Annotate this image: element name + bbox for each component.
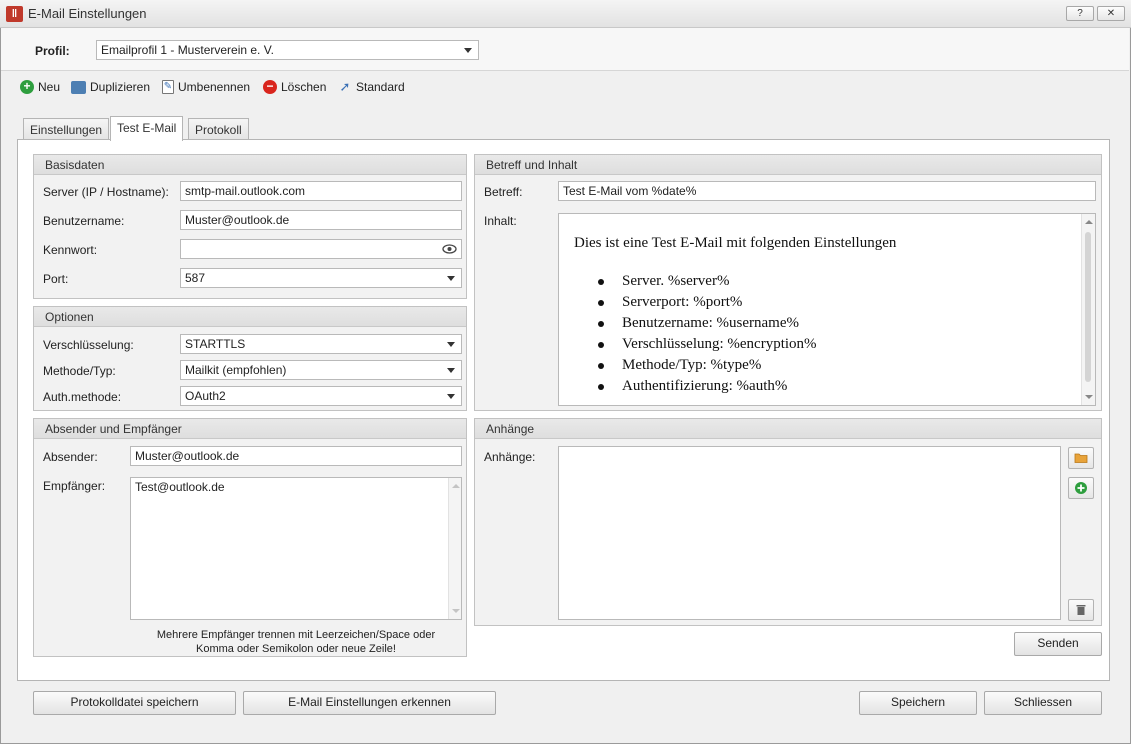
list-item: Verschlüsselung: %encryption% xyxy=(598,334,817,355)
betreff-title: Betreff und Inhalt xyxy=(475,155,1101,175)
recipient-hint: Mehrere Empfänger trennen mit Leerzeiche… xyxy=(130,628,462,656)
subject-label: Betreff: xyxy=(484,185,523,199)
content-scrollbar[interactable] xyxy=(1081,214,1095,405)
folder-icon xyxy=(1074,453,1088,463)
list-item: Server. %server% xyxy=(598,271,817,292)
default-button[interactable]: ➚ Standard xyxy=(338,79,405,95)
tab-einstellungen[interactable]: Einstellungen xyxy=(23,118,110,140)
save-log-button[interactable]: Protokolldatei speichern xyxy=(33,691,236,715)
rename-pencil-icon: ✎ xyxy=(162,80,174,94)
recipient-label: Empfänger: xyxy=(43,479,106,493)
new-button[interactable]: + Neu xyxy=(20,79,60,95)
absender-title: Absender und Empfänger xyxy=(34,419,466,439)
delete-button[interactable]: − Löschen xyxy=(263,79,326,95)
open-folder-button[interactable] xyxy=(1068,447,1094,469)
list-item: Serverport: %port% xyxy=(598,292,817,313)
recipient-textarea[interactable]: Test@outlook.de xyxy=(130,477,462,620)
port-select[interactable]: 587 xyxy=(180,268,462,288)
content-bullet-list: Server. %server% Serverport: %port% Benu… xyxy=(598,271,817,397)
window-title: E-Mail Einstellungen xyxy=(28,6,147,21)
attachments-list[interactable] xyxy=(558,446,1061,620)
send-button[interactable]: Senden xyxy=(1014,632,1102,656)
password-input[interactable] xyxy=(180,239,462,259)
scroll-down-arrow-icon xyxy=(1085,395,1093,399)
add-icon: + xyxy=(20,80,34,94)
new-button-label: Neu xyxy=(38,80,61,94)
recipient-text: Test@outlook.de xyxy=(135,480,225,494)
auth-method-select[interactable]: OAuth2 xyxy=(180,386,462,406)
attachments-label: Anhänge: xyxy=(484,450,536,464)
title-bar xyxy=(0,0,1131,28)
subject-input[interactable]: Test E-Mail vom %date% xyxy=(558,181,1096,201)
sender-input[interactable]: Muster@outlook.de xyxy=(130,446,462,466)
encryption-select[interactable]: STARTTLS xyxy=(180,334,462,354)
recipient-hint-line1: Mehrere Empfänger trennen mit Leerzeiche… xyxy=(156,629,436,641)
content-label: Inhalt: xyxy=(484,214,517,228)
detect-settings-button[interactable]: E-Mail Einstellungen erkennen xyxy=(243,691,496,715)
close-window-button[interactable]: ✕ xyxy=(1097,6,1125,21)
default-wand-icon: ➚ xyxy=(339,79,351,94)
optionen-title: Optionen xyxy=(34,307,466,327)
content-scroll-thumb[interactable] xyxy=(1085,232,1091,382)
content-editor[interactable]: Dies ist eine Test E-Mail mit folgenden … xyxy=(558,213,1096,406)
delete-attachment-button[interactable] xyxy=(1068,599,1094,621)
add-icon xyxy=(1075,482,1087,494)
anhaenge-title: Anhänge xyxy=(475,419,1101,439)
add-attachment-button[interactable] xyxy=(1068,477,1094,499)
help-button[interactable]: ? xyxy=(1066,6,1094,21)
list-item: Benutzername: %username% xyxy=(598,313,817,334)
rename-button-label: Umbenennen xyxy=(178,80,251,94)
password-label: Kennwort: xyxy=(43,243,98,257)
scroll-down-arrow-icon xyxy=(452,609,460,613)
recipient-scrollbar[interactable] xyxy=(448,478,461,619)
username-label: Benutzername: xyxy=(43,214,125,228)
encryption-label: Verschlüsselung: xyxy=(43,338,134,352)
close-button[interactable]: Schliessen xyxy=(984,691,1102,715)
basisdaten-title: Basisdaten xyxy=(34,155,466,175)
port-label: Port: xyxy=(43,272,69,286)
tab-test-email[interactable]: Test E-Mail xyxy=(110,116,184,141)
recipient-hint-line2: Komma oder Semikolon oder neue Zeile! xyxy=(196,643,396,655)
sender-label: Absender: xyxy=(43,450,98,464)
show-password-eye-icon[interactable] xyxy=(442,242,457,256)
duplicate-button-label: Duplizieren xyxy=(90,80,151,94)
app-logo-icon: ‖ xyxy=(6,6,23,22)
profile-select[interactable]: Emailprofil 1 - Musterverein e. V. xyxy=(96,40,479,60)
delete-button-label: Löschen xyxy=(281,80,327,94)
scroll-up-arrow-icon xyxy=(452,484,460,488)
username-input[interactable]: Muster@outlook.de xyxy=(180,210,462,230)
server-input[interactable]: smtp-mail.outlook.com xyxy=(180,181,462,201)
rename-button[interactable]: ✎ Umbenennen xyxy=(162,79,250,95)
tab-protokoll[interactable]: Protokoll xyxy=(188,118,249,140)
server-label: Server (IP / Hostname): xyxy=(43,185,169,199)
duplicate-button[interactable]: Duplizieren xyxy=(71,79,150,95)
method-label: Methode/Typ: xyxy=(43,364,116,378)
save-button[interactable]: Speichern xyxy=(859,691,977,715)
content-intro: Dies ist eine Test E-Mail mit folgenden … xyxy=(574,235,897,251)
trash-icon xyxy=(1076,605,1086,615)
default-button-label: Standard xyxy=(356,80,405,94)
list-item: Methode/Typ: %type% xyxy=(598,355,817,376)
method-select[interactable]: Mailkit (empfohlen) xyxy=(180,360,462,380)
duplicate-icon xyxy=(71,80,86,94)
delete-minus-icon: − xyxy=(263,80,277,94)
list-item: Authentifizierung: %auth% xyxy=(598,376,817,397)
scroll-up-arrow-icon xyxy=(1085,220,1093,224)
profile-label: Profil: xyxy=(35,44,70,58)
auth-method-label: Auth.methode: xyxy=(43,390,122,404)
